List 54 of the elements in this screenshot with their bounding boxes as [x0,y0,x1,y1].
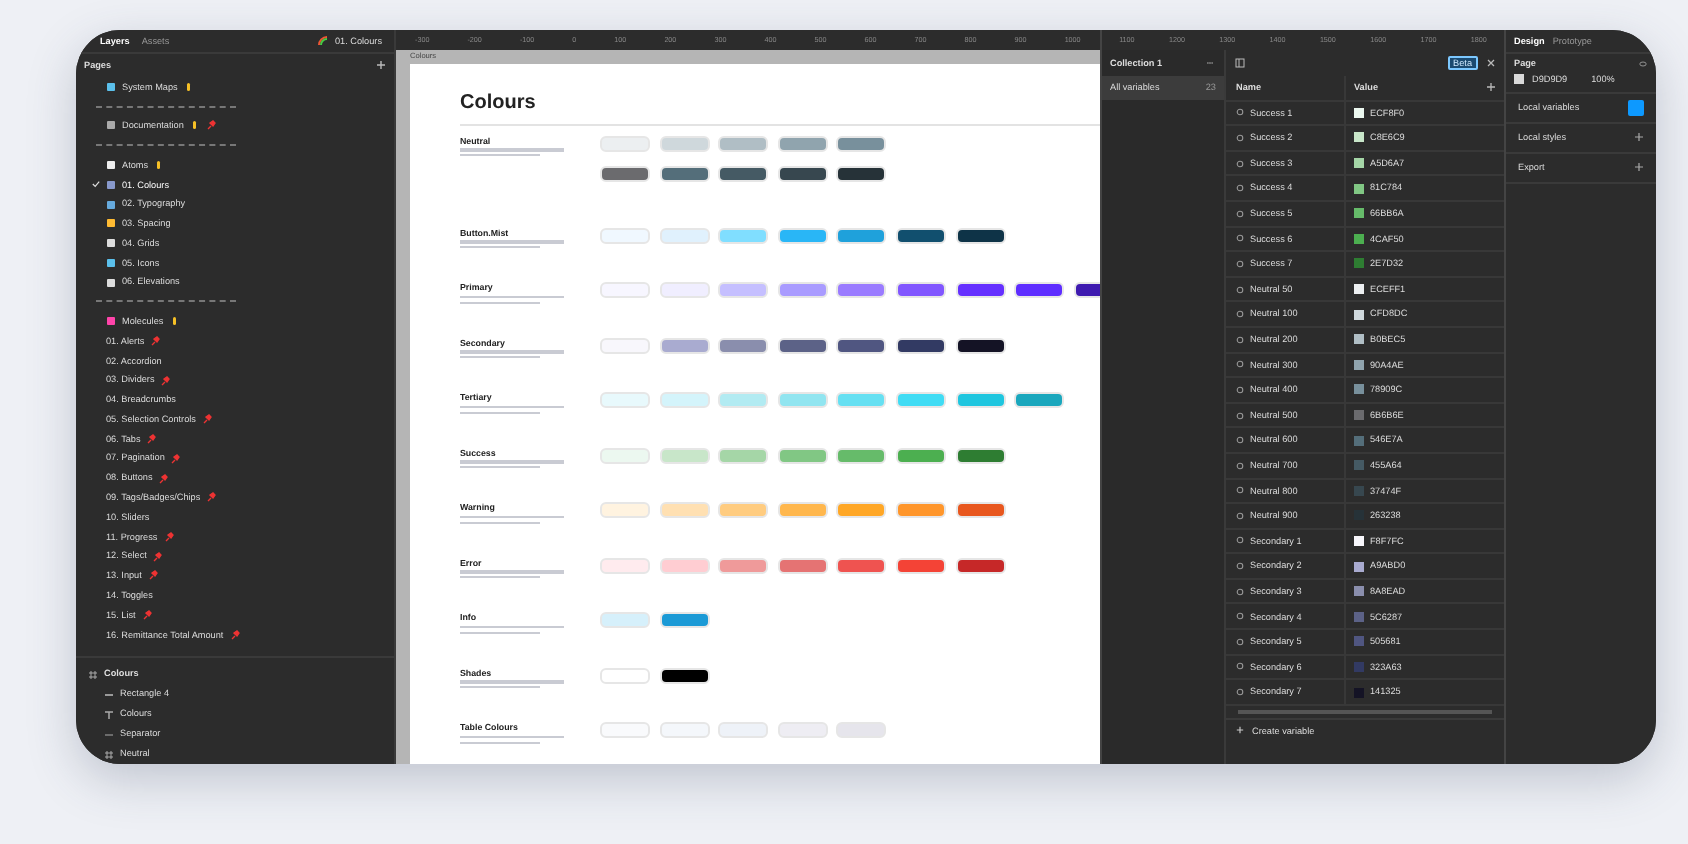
add-icon [1634,132,1644,142]
variable-icon [1236,461,1244,470]
variable-icon [1236,259,1244,268]
variable-icon [1236,234,1244,243]
description-placeholder-lines [460,735,564,739]
description-placeholder-lines [460,625,564,629]
description-placeholder-lines [460,405,564,409]
line-icon [104,729,114,740]
variable-icon [1236,360,1244,369]
variable-icon [1236,562,1244,571]
page-icon [106,120,116,131]
variable-icon [1236,486,1244,495]
page-icon [106,81,116,92]
variable-icon [1236,662,1244,671]
variable-icon [1236,108,1244,117]
variable-icon [1236,511,1244,520]
frame-icon [88,669,98,680]
variable-icon [1236,536,1244,545]
variable-icon [1236,184,1244,193]
variable-icon [1236,637,1244,646]
add-icon [1236,726,1244,735]
variable-icon [1236,688,1244,697]
variable-icon [1236,587,1244,596]
frame-icon [104,749,114,760]
page-icon [106,316,116,327]
description-placeholder-lines [460,460,564,464]
description-placeholder-lines [460,295,564,299]
description-placeholder-lines [460,240,564,244]
sidebar-toggle-icon [1234,58,1246,68]
text-icon [104,709,114,720]
variable-icon [1236,310,1244,319]
add-icon [376,60,386,71]
check-icon [92,180,100,189]
description-placeholder-lines [460,570,564,574]
description-placeholder-lines [460,148,564,152]
close-icon [1486,58,1496,68]
variable-icon [1236,285,1244,294]
open-button[interactable] [1628,99,1644,115]
variable-icon [1236,209,1244,218]
add-icon [1634,162,1644,172]
variable-icon [1236,335,1244,344]
description-placeholder-lines [460,350,564,354]
description-placeholder-lines [460,680,564,684]
variable-icon [1236,159,1244,168]
variable-icon [1236,612,1244,621]
rainbow-icon [317,35,327,46]
variable-icon [1236,411,1244,420]
variable-icon [1236,436,1244,445]
description-placeholder-lines [460,515,564,519]
add-icon [1486,82,1496,93]
variable-icon [1236,133,1244,142]
page-title: Colours [460,91,538,116]
eye-icon [1638,60,1648,68]
variable-icon [1236,385,1244,394]
